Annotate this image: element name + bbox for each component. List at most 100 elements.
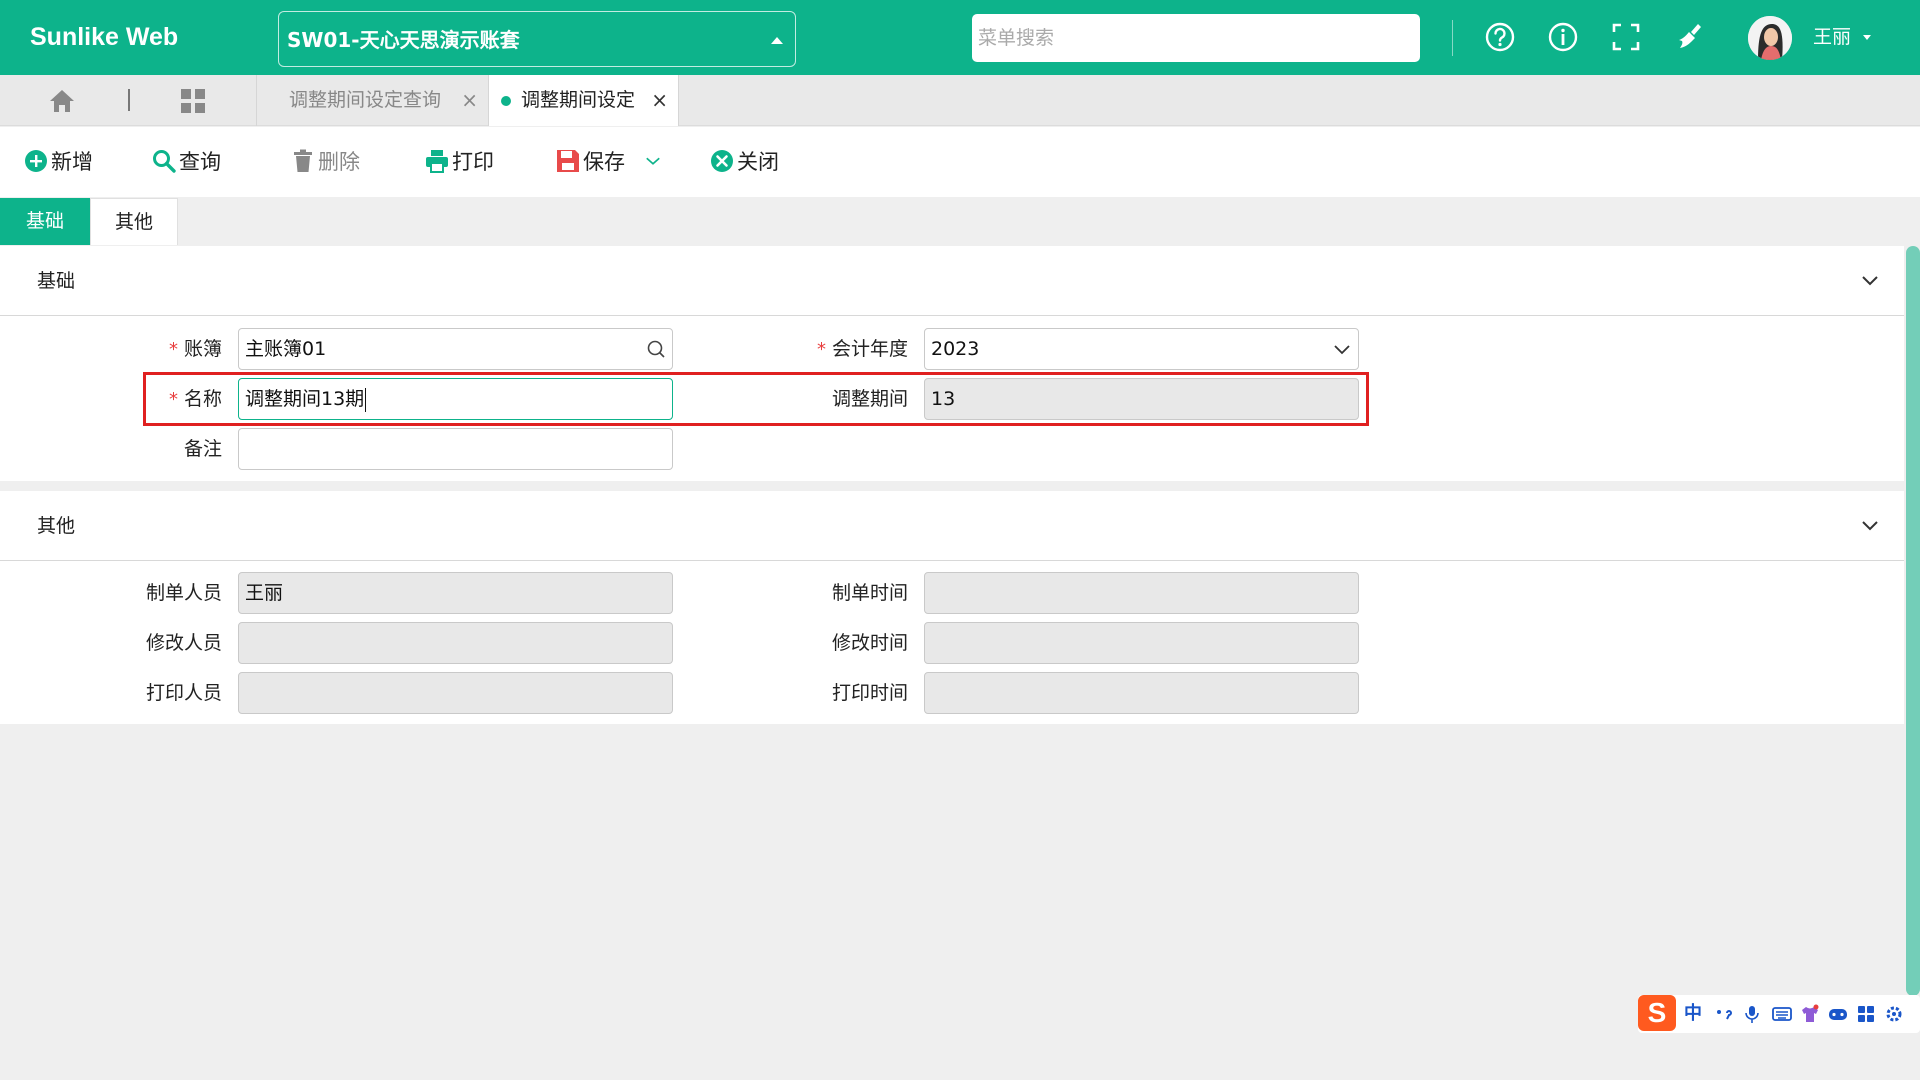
add-label: 新增: [51, 150, 93, 174]
printer-field: [238, 672, 673, 714]
name-field[interactable]: 调整期间13期: [238, 378, 673, 420]
creator-label: 制单人员: [145, 582, 222, 604]
gamepad-icon[interactable]: [1828, 1004, 1848, 1024]
save-button[interactable]: 保存: [555, 127, 625, 197]
sogou-logo-icon[interactable]: S: [1638, 995, 1676, 1031]
ime-toolbar: S 中: [1638, 995, 1920, 1033]
name-value: 调整期间13期: [245, 388, 365, 410]
floppy-disk-icon: [557, 150, 579, 172]
settings-gear-icon[interactable]: [1884, 1004, 1904, 1024]
basic-panel-header[interactable]: 基础: [0, 246, 1904, 316]
clear-cache-icon[interactable]: [1672, 20, 1706, 54]
remark-field[interactable]: [238, 428, 673, 470]
keyboard-icon[interactable]: [1772, 1004, 1792, 1024]
tab-label: 调整期间设定: [521, 89, 636, 111]
caret-up-icon: [771, 37, 783, 44]
close-icon[interactable]: ×: [461, 75, 478, 126]
fiscal-year-label: * 会计年度: [816, 338, 908, 360]
add-button[interactable]: 新增: [23, 127, 93, 197]
modifier-field: [238, 622, 673, 664]
save-label: 保存: [583, 150, 625, 174]
delete-button[interactable]: 删除: [290, 127, 360, 197]
skin-shirt-icon[interactable]: [1800, 1004, 1820, 1024]
save-options-dropdown[interactable]: [644, 127, 664, 197]
plus-circle-icon: [25, 150, 47, 172]
home-icon[interactable]: [48, 87, 76, 115]
close-icon[interactable]: ×: [651, 75, 668, 126]
adjust-period-field: 13: [924, 378, 1359, 420]
account-set-value: SW01-天心天思演示账套: [287, 28, 520, 52]
tab-strip-divider: [128, 89, 130, 111]
print-time-field: [924, 672, 1359, 714]
app-grid-icon[interactable]: [180, 88, 206, 114]
menu-search-input[interactable]: [972, 14, 1420, 62]
adjust-period-value: 13: [931, 388, 956, 410]
help-circle-icon[interactable]: [1483, 20, 1517, 54]
user-menu-caret-icon[interactable]: [1863, 35, 1871, 40]
delete-label: 删除: [318, 150, 360, 174]
creator-value: 王丽: [245, 582, 284, 604]
created-time-field: [924, 572, 1359, 614]
chevron-down-icon: [646, 157, 660, 165]
print-button[interactable]: 打印: [424, 127, 494, 197]
chevron-down-icon: [1334, 345, 1350, 355]
section-tab-basic[interactable]: 基础: [0, 198, 90, 245]
trash-icon: [294, 149, 312, 172]
other-panel-header[interactable]: 其他: [0, 491, 1904, 561]
vertical-scrollbar[interactable]: [1906, 246, 1920, 996]
printer-icon: [426, 150, 448, 173]
required-marker: *: [168, 339, 178, 360]
fullscreen-icon[interactable]: [1609, 20, 1643, 54]
user-avatar[interactable]: [1748, 16, 1792, 60]
query-label: 查询: [179, 150, 221, 174]
top-bar: Sunlike Web SW01-天心天思演示账套 王丽: [0, 0, 1920, 75]
query-button[interactable]: 查询: [151, 127, 221, 197]
close-button[interactable]: 关闭: [709, 127, 779, 197]
remark-label: 备注: [183, 438, 222, 460]
account-set-select[interactable]: SW01-天心天思演示账套: [278, 11, 796, 67]
panel-title: 其他: [37, 515, 76, 537]
modifier-label: 修改人员: [145, 632, 222, 654]
tab-adjust-period-query[interactable]: 调整期间设定查询 ×: [256, 75, 488, 126]
close-circle-icon: [711, 150, 733, 172]
active-tab-dot-icon: [501, 96, 511, 106]
name-label: * 名称: [168, 388, 222, 410]
modified-time-label: 修改时间: [831, 632, 908, 654]
chevron-down-icon[interactable]: [1858, 513, 1882, 537]
punctuation-icon[interactable]: [1714, 1004, 1734, 1024]
section-tab-other[interactable]: 其他: [90, 198, 178, 245]
required-marker: *: [168, 389, 178, 410]
tab-adjust-period-setting[interactable]: 调整期间设定 ×: [488, 75, 679, 126]
basic-panel: 基础 * 账簿 主账簿01 * 会计年度 2023 * 名称 调整期间13期 调整期间…: [0, 246, 1904, 481]
toolbar: 新增 查询 删除 打印 保存 关闭: [0, 127, 1920, 197]
fiscal-year-value: 2023: [931, 338, 980, 360]
required-marker: *: [816, 339, 826, 360]
tab-label: 调整期间设定查询: [289, 89, 442, 111]
text-cursor: [365, 387, 367, 412]
close-label: 关闭: [737, 150, 779, 174]
panel-title: 基础: [37, 270, 76, 292]
page-tab-strip: 调整期间设定查询 × 调整期间设定 ×: [0, 75, 1920, 126]
microphone-icon[interactable]: [1742, 1004, 1762, 1024]
modified-time-field: [924, 622, 1359, 664]
search-icon[interactable]: [646, 339, 666, 359]
other-panel: 其他 制单人员 王丽 制单时间 修改人员 修改时间 打印人员 打印时间: [0, 491, 1904, 724]
ledger-value: 主账簿01: [245, 338, 327, 360]
ledger-label: * 账簿: [168, 338, 222, 360]
search-icon: [153, 150, 176, 173]
ledger-field[interactable]: 主账簿01: [238, 328, 673, 370]
ime-mode-toggle[interactable]: 中: [1684, 995, 1702, 1033]
print-time-label: 打印时间: [831, 682, 908, 704]
chevron-down-icon[interactable]: [1858, 268, 1882, 292]
top-bar-divider: [1452, 20, 1453, 56]
adjust-period-label: 调整期间: [831, 388, 908, 410]
brand-logo: Sunlike Web: [30, 23, 179, 51]
user-name[interactable]: 王丽: [1813, 0, 1851, 75]
info-icon[interactable]: [1546, 20, 1580, 54]
print-label: 打印: [452, 150, 494, 174]
toolbox-grid-icon[interactable]: [1856, 1004, 1876, 1024]
created-time-label: 制单时间: [831, 582, 908, 604]
printer-label: 打印人员: [145, 682, 222, 704]
fiscal-year-select[interactable]: 2023: [924, 328, 1359, 370]
creator-field: 王丽: [238, 572, 673, 614]
